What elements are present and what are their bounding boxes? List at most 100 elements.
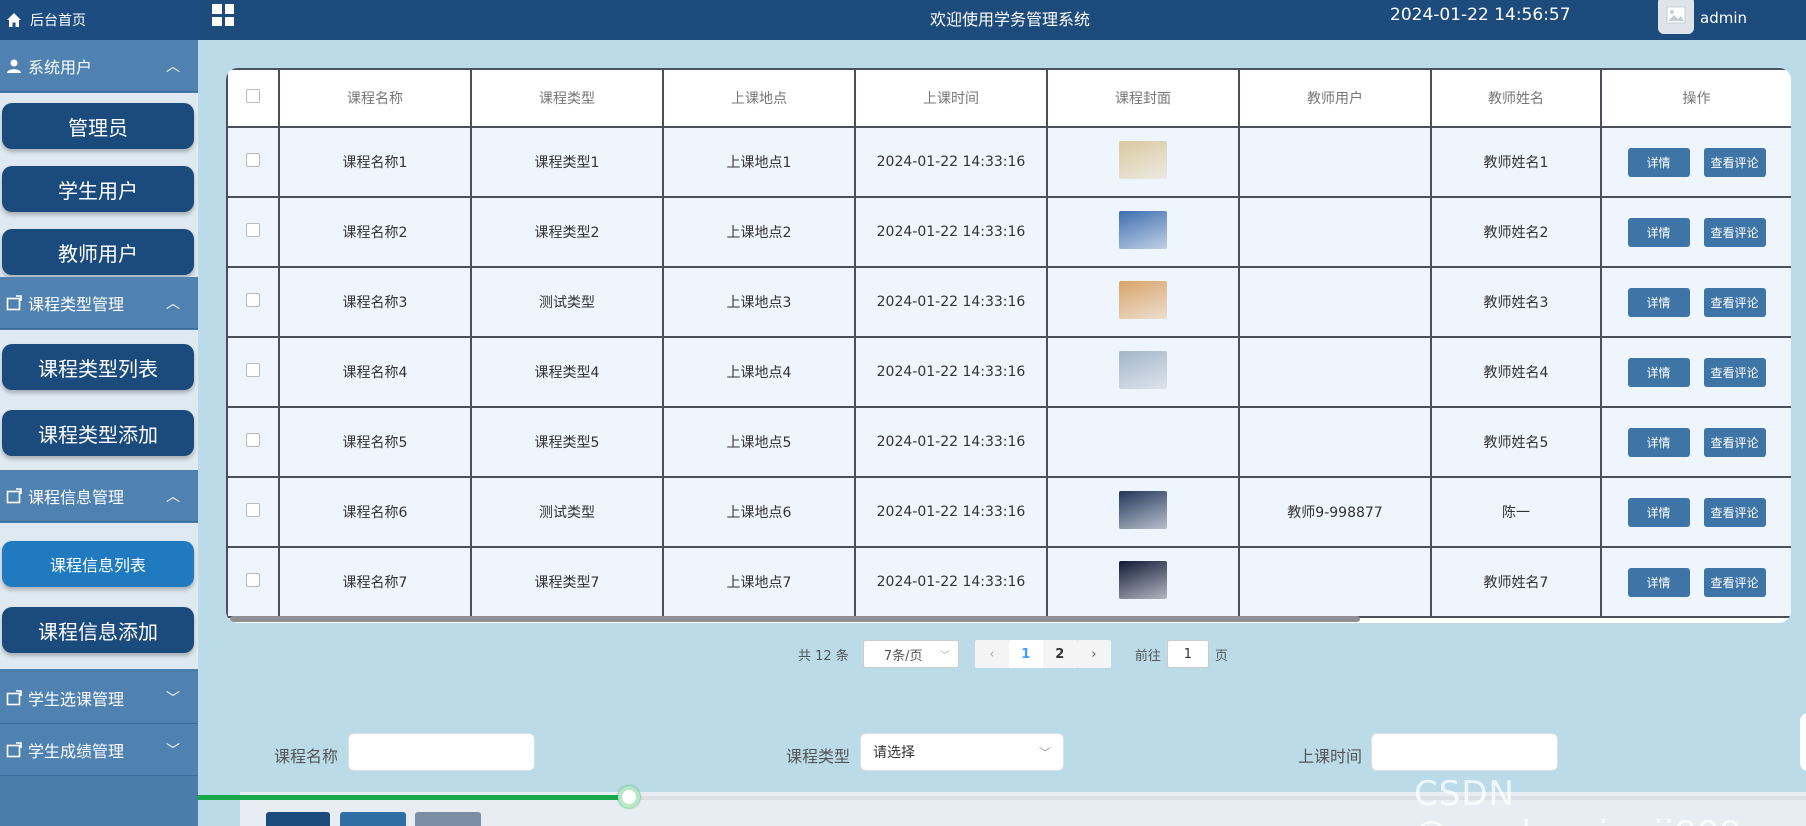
course-type-cell: 课程类型1: [470, 126, 664, 198]
course-type-cell: 课程类型5: [470, 406, 664, 478]
sidebar-section-system-users[interactable]: 系统用户 ︿: [0, 40, 198, 92]
column-header[interactable]: 课程名称: [278, 68, 472, 128]
view-reviews-button[interactable]: 查看评论: [1703, 287, 1766, 317]
course-cover-image[interactable]: [1119, 141, 1167, 179]
column-header[interactable]: 上课时间: [854, 68, 1048, 128]
column-header[interactable]: 教师用户: [1238, 68, 1432, 128]
image-icon: [1666, 6, 1686, 24]
detail-button[interactable]: 详情: [1627, 497, 1690, 527]
sidebar-item-teachers[interactable]: 教师用户: [2, 229, 194, 275]
row-select-cell[interactable]: [226, 266, 280, 338]
course-cover-image[interactable]: [1119, 281, 1167, 319]
table-row: 课程名称6 测试类型 上课地点6 2024-01-22 14:33:16 教师9-998…: [226, 476, 1791, 548]
teacher-name-cell: 教师姓名1: [1430, 126, 1602, 198]
home-link[interactable]: 后台首页: [0, 0, 198, 40]
row-checkbox[interactable]: [246, 503, 260, 517]
next-page-button[interactable]: ›: [1076, 640, 1111, 668]
column-header[interactable]: 课程类型: [470, 68, 664, 128]
sidebar-section-course-types[interactable]: 课程类型管理 ︿: [0, 277, 198, 329]
view-reviews-button[interactable]: 查看评论: [1703, 427, 1766, 457]
select-all-checkbox[interactable]: [246, 89, 260, 103]
course-name-cell: 课程名称1: [278, 126, 472, 198]
sidebar-section-course-info[interactable]: 课程信息管理 ︿: [0, 470, 198, 522]
sidebar-item-course-type-list[interactable]: 课程类型列表: [2, 344, 194, 390]
course-cover-image[interactable]: [1119, 561, 1167, 599]
row-checkbox[interactable]: [246, 433, 260, 447]
page-number[interactable]: 1: [1008, 640, 1043, 668]
reset-button[interactable]: [340, 812, 406, 826]
username[interactable]: admin: [1700, 9, 1747, 27]
course-time-cell: 2024-01-22 14:33:16: [854, 196, 1048, 268]
teacher-user-cell: [1238, 336, 1432, 408]
horizontal-scrollbar[interactable]: [230, 616, 1360, 622]
row-select-cell[interactable]: [226, 196, 280, 268]
avatar[interactable]: [1658, 0, 1694, 34]
chevron-down-icon: ﹀: [166, 743, 180, 759]
course-cover-image[interactable]: [1119, 491, 1167, 529]
sidebar-item-admin[interactable]: 管理员: [2, 103, 194, 149]
course-cover-cell: [1046, 266, 1240, 338]
column-header[interactable]: 课程封面: [1046, 68, 1240, 128]
video-progress-handle[interactable]: [618, 786, 641, 808]
detail-button[interactable]: 详情: [1627, 287, 1690, 317]
select-all-cell[interactable]: [226, 68, 280, 128]
detail-button[interactable]: 详情: [1627, 147, 1690, 177]
row-select-cell[interactable]: [226, 546, 280, 618]
detail-button[interactable]: 详情: [1627, 427, 1690, 457]
row-checkbox[interactable]: [246, 293, 260, 307]
table-row: 课程名称7 课程类型7 上课地点7 2024-01-22 14:33:16 教师姓名7 详…: [226, 546, 1791, 618]
course-cover-image[interactable]: [1119, 351, 1167, 389]
detail-button[interactable]: 详情: [1627, 217, 1690, 247]
row-select-cell[interactable]: [226, 476, 280, 548]
sidebar-item-course-info-list[interactable]: 课程信息列表: [2, 541, 194, 587]
course-place-cell: 上课地点1: [662, 126, 856, 198]
view-reviews-button[interactable]: 查看评论: [1703, 497, 1766, 527]
course-type-cell: 测试类型: [470, 476, 664, 548]
prev-page-button[interactable]: ‹: [974, 640, 1009, 668]
course-name-cell: 课程名称2: [278, 196, 472, 268]
row-select-cell[interactable]: [226, 406, 280, 478]
course-place-cell: 上课地点4: [662, 336, 856, 408]
actions-cell: 详情 查看评论: [1600, 546, 1791, 618]
course-place-cell: 上课地点2: [662, 196, 856, 268]
sidebar-section-label: 系统用户: [28, 57, 93, 77]
course-cover-cell: [1046, 546, 1240, 618]
page-size-select[interactable]: 7条/页 ﹀: [862, 640, 959, 668]
search-button[interactable]: [266, 812, 330, 826]
goto-suffix: 页: [1214, 648, 1228, 664]
course-type-placeholder: 请选择: [873, 745, 915, 761]
class-time-input[interactable]: [1371, 733, 1558, 771]
column-header[interactable]: 教师姓名: [1430, 68, 1602, 128]
row-checkbox[interactable]: [246, 573, 260, 587]
course-name-input[interactable]: [348, 733, 535, 771]
row-checkbox[interactable]: [246, 363, 260, 377]
column-header[interactable]: 上课地点: [662, 68, 856, 128]
row-select-cell[interactable]: [226, 126, 280, 198]
detail-button[interactable]: 详情: [1627, 567, 1690, 597]
sidebar-item-course-type-add[interactable]: 课程类型添加: [2, 410, 194, 456]
sidebar-item-course-info-add[interactable]: 课程信息添加: [2, 607, 194, 653]
sidebar-section-grades[interactable]: 学生成绩管理 ﹀: [0, 724, 198, 776]
course-type-cell: 测试类型: [470, 266, 664, 338]
row-checkbox[interactable]: [246, 223, 260, 237]
actions-cell: 详情 查看评论: [1600, 196, 1791, 268]
delete-button[interactable]: [415, 812, 481, 826]
course-name-cell: 课程名称5: [278, 406, 472, 478]
course-type-select[interactable]: 请选择 ﹀: [860, 733, 1064, 771]
detail-button[interactable]: 详情: [1627, 357, 1690, 387]
goto-page-input[interactable]: 1: [1166, 640, 1209, 668]
row-checkbox[interactable]: [246, 153, 260, 167]
course-cover-image[interactable]: [1119, 211, 1167, 249]
course-time-cell: 2024-01-22 14:33:16: [854, 476, 1048, 548]
view-reviews-button[interactable]: 查看评论: [1703, 217, 1766, 247]
sidebar-item-students[interactable]: 学生用户: [2, 166, 194, 212]
page-number[interactable]: 2: [1042, 640, 1077, 668]
view-reviews-button[interactable]: 查看评论: [1703, 357, 1766, 387]
chevron-up-icon: ︿: [166, 59, 180, 75]
view-reviews-button[interactable]: 查看评论: [1703, 567, 1766, 597]
menu-grid-icon[interactable]: [212, 4, 234, 26]
row-select-cell[interactable]: [226, 336, 280, 408]
view-reviews-button[interactable]: 查看评论: [1703, 147, 1766, 177]
course-type-label: 课程类型: [786, 747, 851, 766]
sidebar-section-course-selection[interactable]: 学生选课管理 ﹀: [0, 672, 198, 724]
